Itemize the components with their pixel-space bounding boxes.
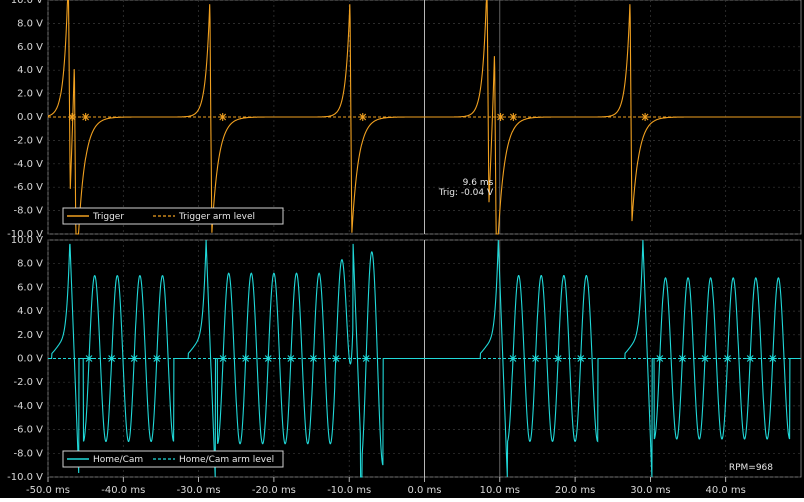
home-cam-crossing-marker (655, 354, 664, 363)
home-cam-crossing-marker (241, 354, 250, 363)
home-cam-panel[interactable]: 10.0 V 8.0 V 6.0 V 4.0 V 2.0 V 0.0 V -2.0 V -4.… (7, 235, 802, 483)
home-cam-crossing-marker (85, 354, 94, 363)
trigger-y-tick-label: -4.0 V (13, 159, 43, 170)
home-cam-crossing-marker (700, 354, 709, 363)
rpm-readout: RPM=968 (729, 463, 773, 473)
trigger-legend-label: Trigger (92, 212, 124, 222)
home-cam-crossing-marker (508, 354, 517, 363)
trigger-y-tick-label: -6.0 V (13, 182, 43, 193)
home-cam-arm-legend-label: Home/Cam arm level (179, 455, 274, 465)
x-tick-label: 40.0 ms (705, 485, 745, 496)
home-cam-crossing-marker (576, 354, 585, 363)
trigger-crossing-marker (218, 113, 227, 121)
home-cam-crossing-marker (219, 354, 228, 363)
home-cam-y-tick-label: 10.0 V (11, 235, 43, 246)
home-cam-crossing-marker (286, 354, 295, 363)
home-cam-crossing-marker (332, 354, 341, 363)
trigger-y-tick-label: -8.0 V (13, 206, 43, 217)
home-cam-crossing-marker (768, 354, 777, 363)
x-tick-label: -30.0 ms (177, 485, 221, 496)
trigger-panel[interactable]: 10.0 V 8.0 V 6.0 V 4.0 V 2.0 V 0.0 V -2.0 V -4.… (7, 0, 802, 240)
home-cam-y-tick-label: 6.0 V (17, 282, 43, 293)
x-tick-label: -20.0 ms (252, 485, 296, 496)
home-cam-crossing-marker (746, 354, 755, 363)
x-tick-label: -40.0 ms (101, 485, 145, 496)
x-tick-label: 10.0 ms (480, 485, 520, 496)
trigger-y-tick-label: 4.0 V (17, 65, 43, 76)
home-cam-crossing-marker (130, 354, 139, 363)
scope-plot[interactable]: 10.0 V 8.0 V 6.0 V 4.0 V 2.0 V 0.0 V -2.0 V -4.… (0, 0, 804, 498)
trigger-arm-legend-label: Trigger arm level (178, 212, 255, 222)
x-tick-label: 30.0 ms (630, 485, 670, 496)
home-cam-y-tick-label: -6.0 V (13, 425, 43, 436)
bottom-legend: Home/Cam Home/Cam arm level (62, 450, 284, 468)
x-tick-label: 20.0 ms (555, 485, 595, 496)
trigger-y-tick-label: 6.0 V (17, 42, 43, 53)
home-cam-y-tick-label: 2.0 V (17, 330, 43, 341)
home-cam-crossing-marker (107, 354, 116, 363)
home-cam-y-tick-label: -4.0 V (13, 401, 43, 412)
home-cam-y-tick-label: -8.0 V (13, 448, 43, 459)
home-cam-y-tick-label: 4.0 V (17, 306, 43, 317)
home-cam-y-tick-label: 8.0 V (17, 259, 43, 270)
trigger-crossing-marker (358, 113, 367, 121)
home-cam-y-tick-label: -10.0 V (7, 472, 43, 483)
trigger-y-tick-label: 8.0 V (17, 18, 43, 29)
home-cam-y-tick-label: -2.0 V (13, 377, 43, 388)
home-cam-crossing-marker (362, 354, 371, 363)
top-legend: Trigger Trigger arm level (62, 207, 284, 225)
home-cam-crossing-marker (309, 354, 318, 363)
trigger-crossing-marker (68, 113, 77, 121)
oscilloscope-view[interactable]: 10.0 V 8.0 V 6.0 V 4.0 V 2.0 V 0.0 V -2.0 V -4.… (0, 0, 804, 498)
home-cam-legend-label: Home/Cam (93, 455, 143, 465)
home-cam-crossing-marker (554, 354, 563, 363)
trigger-crossing-marker (641, 113, 650, 121)
trigger-y-tick-label: 2.0 V (17, 89, 43, 100)
trigger-y-tick-label: 0.0 V (17, 112, 43, 123)
home-cam-crossing-marker (264, 354, 273, 363)
x-tick-label: 0.0 ms (407, 485, 441, 496)
cursor-time-readout: 9.6 ms (463, 178, 494, 188)
trigger-crossing-marker (496, 113, 505, 121)
home-cam-crossing-marker (723, 354, 732, 363)
trigger-y-tick-label: -2.0 V (13, 135, 43, 146)
cursor-trig-readout: Trig: -0.04 V (438, 188, 494, 198)
home-cam-y-tick-label: 0.0 V (17, 354, 43, 365)
trigger-y-tick-label: 10.0 V (11, 0, 43, 6)
home-cam-crossing-marker (531, 354, 540, 363)
trigger-crossing-marker (81, 113, 90, 121)
x-tick-label: -50.0 ms (26, 485, 70, 496)
home-cam-crossing-marker (152, 354, 161, 363)
trigger-crossing-marker (509, 113, 518, 121)
x-tick-label: -10.0 ms (327, 485, 371, 496)
home-cam-crossing-marker (678, 354, 687, 363)
